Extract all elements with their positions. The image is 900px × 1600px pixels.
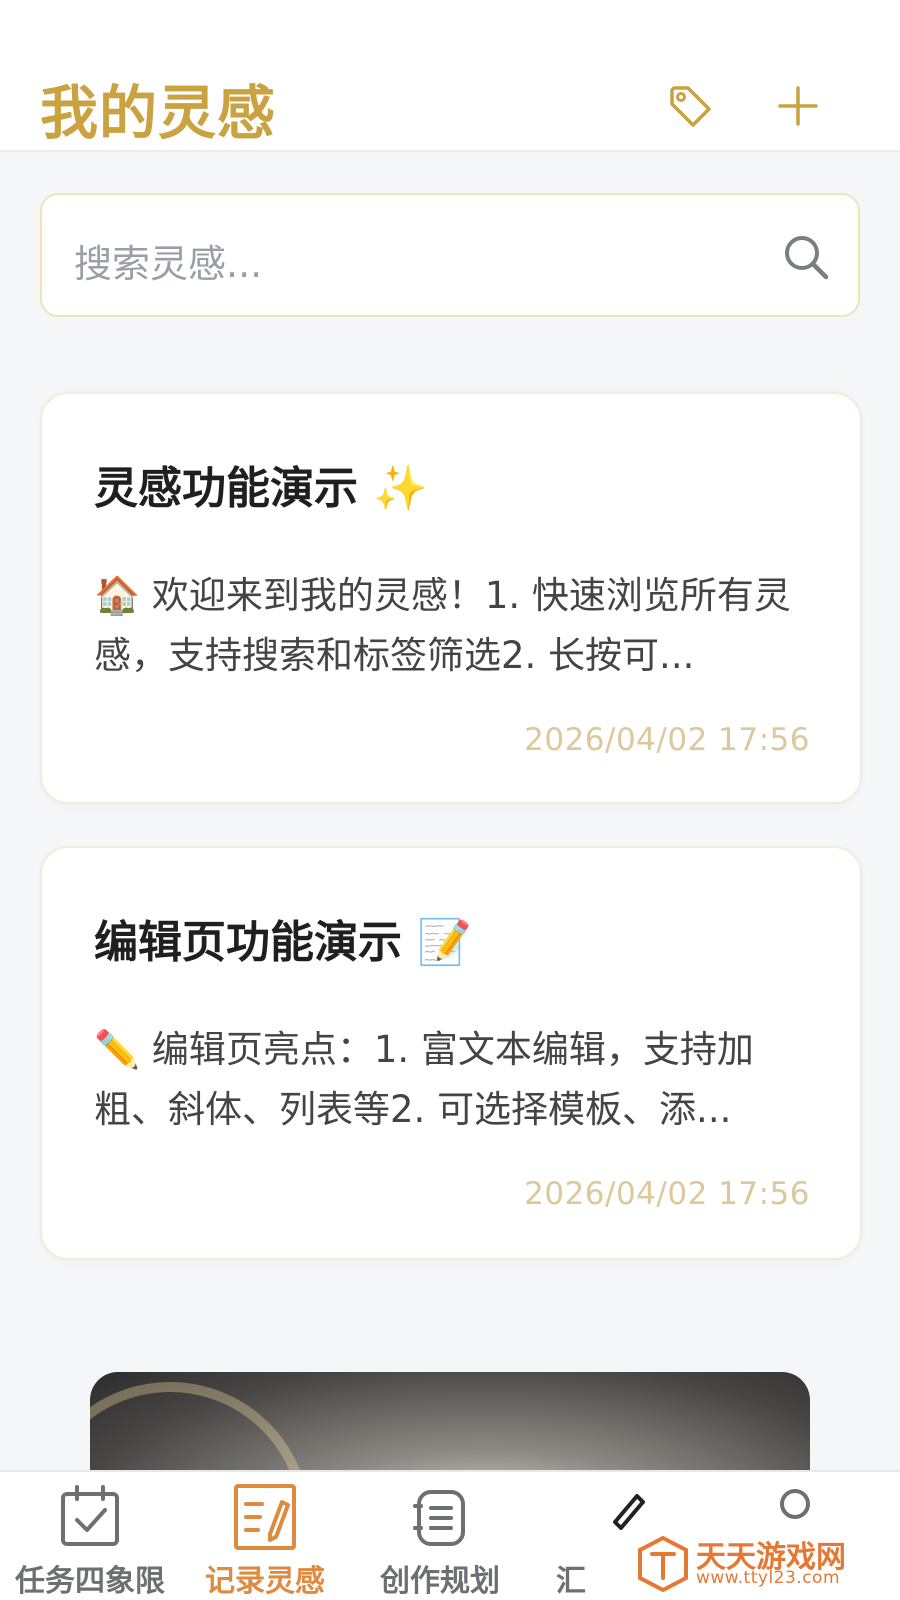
search-icon[interactable] (780, 231, 832, 283)
tab-task-quadrant[interactable]: 任务四象限 (0, 1472, 180, 1600)
note-pen-icon (234, 1484, 296, 1550)
note-card[interactable]: 灵感功能演示 ✨ 🏠 欢迎来到我的灵感！1. 快速浏览所有灵感，支持搜索和标签筛… (40, 392, 862, 804)
tag-filter-button[interactable] (662, 78, 718, 134)
tab-label: 创作规划 (380, 1564, 500, 1599)
tab-record-inspiration[interactable]: 记录灵感 (175, 1472, 355, 1600)
tab-label: 任务四象限 (15, 1564, 165, 1599)
add-note-button[interactable] (770, 78, 826, 134)
note-title: 灵感功能演示 ✨ (94, 463, 429, 514)
calendar-check-icon (61, 1485, 119, 1546)
note-date: 2026/04/02 17:56 (524, 722, 810, 758)
tag-icon (670, 86, 711, 127)
app-header: 我的灵感 (0, 0, 900, 152)
search-placeholder: 搜索灵感... (74, 242, 263, 286)
note-preview: 🏠 欢迎来到我的灵感！1. 快速浏览所有灵感，支持搜索和标签筛选2. 长按可..… (94, 574, 791, 677)
tab-creation-plan[interactable]: 创作规划 (350, 1472, 530, 1600)
search-input[interactable]: 搜索灵感... (40, 193, 860, 317)
tab-label: 记录灵感 (205, 1564, 325, 1599)
note-date: 2026/04/02 17:56 (524, 1176, 810, 1212)
list-notebook-icon (413, 1490, 465, 1546)
note-title: 编辑页功能演示 📝 (94, 917, 473, 968)
watermark-url: www.ttyl23.com (696, 1568, 841, 1588)
watermark: 天天游戏网 www.ttyl23.com (628, 1528, 900, 1600)
page-title: 我的灵感 (40, 79, 277, 147)
note-card[interactable]: 编辑页功能演示 📝 ✏️ 编辑页亮点：1. 富文本编辑，支持加粗、斜体、列表等2… (40, 846, 862, 1260)
plus-icon (778, 86, 818, 126)
watermark-logo-icon (638, 1535, 688, 1593)
note-preview: ✏️ 编辑页亮点：1. 富文本编辑，支持加粗、斜体、列表等2. 可选择模板、添.… (94, 1028, 754, 1131)
